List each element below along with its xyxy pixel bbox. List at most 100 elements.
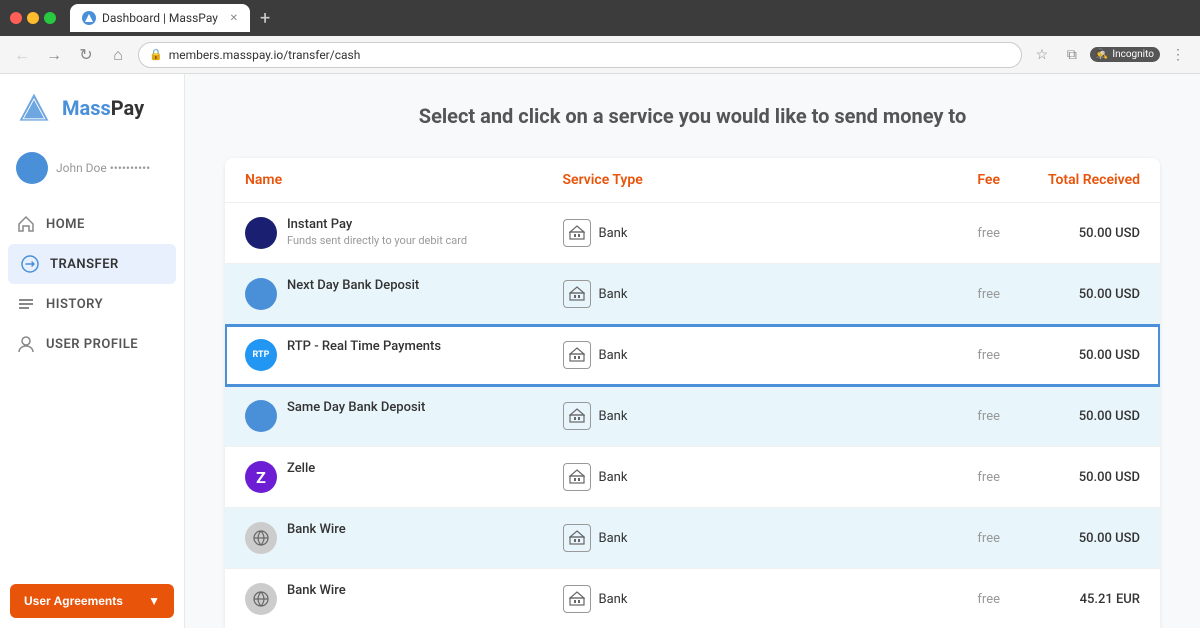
service-name: Next Day Bank Deposit	[287, 278, 419, 293]
tab-favicon	[82, 11, 96, 25]
logo-icon	[16, 90, 52, 126]
type-icon	[563, 402, 591, 430]
table-row[interactable]: Bank Wire Bank free 45.21 EUR	[225, 569, 1160, 628]
amount-cell: 50.00 USD	[1000, 531, 1140, 546]
home-nav-button[interactable]: ⌂	[106, 43, 130, 67]
new-tab-button[interactable]: +	[260, 8, 270, 29]
service-name-cell: VISA Instant Pay Funds sent directly to …	[245, 217, 563, 249]
amount-cell: 50.00 USD	[1000, 409, 1140, 424]
service-name-cell: Bank Wire	[245, 522, 563, 554]
minimize-dot[interactable]	[27, 12, 39, 24]
type-icon	[563, 280, 591, 308]
service-type-cell: Bank	[563, 585, 881, 613]
service-icon	[245, 583, 277, 615]
service-type-label: Bank	[599, 470, 628, 485]
service-name: RTP - Real Time Payments	[287, 339, 441, 354]
service-icon: VISA	[245, 217, 277, 249]
sidebar-item-user-profile[interactable]: USER PROFILE	[0, 324, 184, 364]
logo-text: MassPay	[62, 96, 144, 120]
table-row[interactable]: Next Day Bank Deposit Bank free 50.00 US…	[225, 264, 1160, 325]
browser-actions: ☆ ⧉ 🕵 Incognito ⋮	[1030, 43, 1190, 67]
forward-button[interactable]: →	[42, 43, 66, 67]
service-icon	[245, 522, 277, 554]
sidebar-item-user-profile-label: USER PROFILE	[46, 337, 138, 352]
service-name-cell: Same Day Bank Deposit	[245, 400, 563, 432]
amount-cell: 45.21 EUR	[1000, 592, 1140, 607]
type-icon	[563, 524, 591, 552]
browser-toolbar: ← → ↻ ⌂ 🔒 members.masspay.io/transfer/ca…	[0, 36, 1200, 74]
sidebar-logo: MassPay	[0, 74, 184, 142]
service-name: Zelle	[287, 461, 315, 476]
user-agreements-button[interactable]: User Agreements ▼	[10, 584, 174, 618]
address-bar[interactable]: 🔒 members.masspay.io/transfer/cash	[138, 42, 1022, 68]
type-icon	[563, 341, 591, 369]
sidebar-item-home[interactable]: HOME	[0, 204, 184, 244]
tab-title: Dashboard | MassPay	[102, 11, 218, 25]
table-row[interactable]: RTP RTP - Real Time Payments Bank free 5…	[225, 325, 1160, 386]
service-type-cell: Bank	[563, 463, 881, 491]
fee-cell: free	[880, 470, 1000, 485]
fee-cell: free	[880, 287, 1000, 302]
table-header: Name Service Type Fee Total Received	[225, 158, 1160, 203]
service-type-cell: Bank	[563, 219, 881, 247]
table-row[interactable]: Same Day Bank Deposit Bank free 50.00 US…	[225, 386, 1160, 447]
fee-cell: free	[880, 531, 1000, 546]
fee-cell: free	[880, 226, 1000, 241]
menu-button[interactable]: ⋮	[1166, 43, 1190, 67]
user-agreements-arrow: ▼	[148, 594, 160, 608]
col-service-header: Service Type	[563, 172, 881, 188]
service-name: Bank Wire	[287, 583, 346, 598]
lock-icon: 🔒	[149, 48, 163, 61]
service-name-cell: Next Day Bank Deposit	[245, 278, 563, 310]
table-row[interactable]: Z Zelle Bank free 50.00 USD	[225, 447, 1160, 508]
amount-cell: 50.00 USD	[1000, 226, 1140, 241]
service-type-label: Bank	[599, 226, 628, 241]
sidebar-item-history-label: HISTORY	[46, 297, 103, 312]
user-name: John Doe ••••••••••	[56, 161, 150, 175]
col-fee-header: Fee	[880, 172, 1000, 188]
avatar	[16, 152, 48, 184]
service-name: Same Day Bank Deposit	[287, 400, 425, 415]
app-container: MassPay John Doe •••••••••• HOME TRANSFE…	[0, 74, 1200, 628]
history-icon	[16, 294, 36, 314]
page-heading: Select and click on a service you would …	[225, 104, 1160, 128]
sidebar-item-history[interactable]: HISTORY	[0, 284, 184, 324]
service-name-cell: Z Zelle	[245, 461, 563, 493]
user-info: John Doe ••••••••••	[0, 142, 184, 194]
bookmark-button[interactable]: ☆	[1030, 43, 1054, 67]
sidebar-item-transfer[interactable]: TRANSFER	[8, 244, 176, 284]
browser-tab[interactable]: Dashboard | MassPay ✕	[70, 4, 250, 32]
service-type-label: Bank	[599, 592, 628, 607]
service-type-cell: Bank	[563, 402, 881, 430]
service-name-cell: Bank Wire	[245, 583, 563, 615]
browser-chrome: Dashboard | MassPay ✕ +	[0, 0, 1200, 36]
close-dot[interactable]	[10, 12, 22, 24]
main-content: Select and click on a service you would …	[185, 74, 1200, 628]
service-subtitle: Funds sent directly to your debit card	[287, 234, 467, 247]
service-type-label: Bank	[599, 287, 628, 302]
user-icon	[16, 334, 36, 354]
type-icon	[563, 219, 591, 247]
incognito-label: Incognito	[1112, 49, 1154, 60]
type-icon	[563, 463, 591, 491]
fee-cell: free	[880, 409, 1000, 424]
home-icon	[16, 214, 36, 234]
sidebar-item-transfer-label: TRANSFER	[50, 257, 119, 272]
table-row[interactable]: Bank Wire Bank free 50.00 USD	[225, 508, 1160, 569]
incognito-badge: 🕵 Incognito	[1090, 47, 1160, 62]
transfer-icon	[20, 254, 40, 274]
service-icon	[245, 400, 277, 432]
back-button[interactable]: ←	[10, 43, 34, 67]
type-icon	[563, 585, 591, 613]
col-total-header: Total Received	[1000, 172, 1140, 188]
service-name-cell: RTP RTP - Real Time Payments	[245, 339, 563, 371]
refresh-button[interactable]: ↻	[74, 43, 98, 67]
table-row[interactable]: VISA Instant Pay Funds sent directly to …	[225, 203, 1160, 264]
extension-button[interactable]: ⧉	[1060, 43, 1084, 67]
sidebar-item-home-label: HOME	[46, 217, 85, 232]
maximize-dot[interactable]	[44, 12, 56, 24]
tab-close-button[interactable]: ✕	[230, 13, 238, 24]
service-icon	[245, 278, 277, 310]
service-type-label: Bank	[599, 409, 628, 424]
service-name: Instant Pay	[287, 217, 467, 232]
